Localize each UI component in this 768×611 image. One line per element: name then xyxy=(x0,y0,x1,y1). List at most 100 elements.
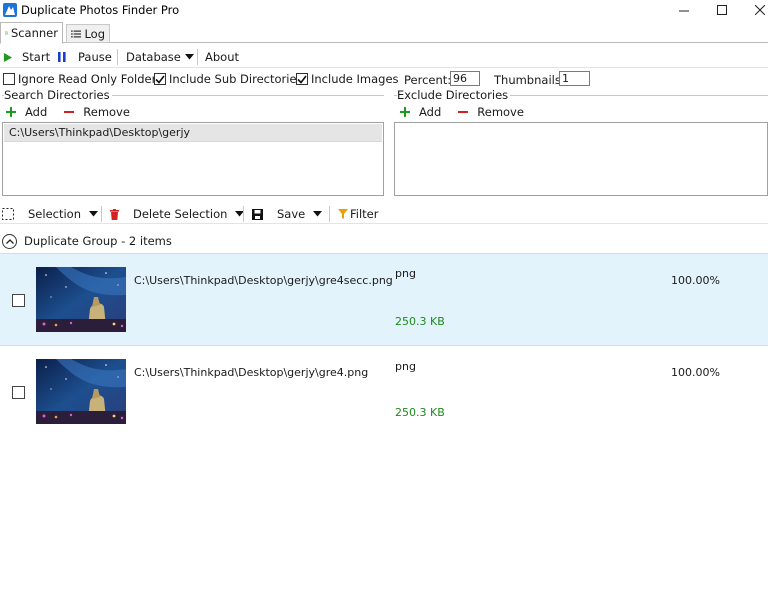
exclude-dirs-remove-button[interactable]: Remove xyxy=(458,105,524,119)
ignore-read-only-checkbox[interactable] xyxy=(3,73,15,85)
search-dirs-remove-label: Remove xyxy=(83,105,130,119)
database-dropdown[interactable]: Database xyxy=(126,49,194,65)
result-file-size: 250.3 KB xyxy=(395,406,445,419)
results-toolbar: Selection Delete Selection Save Filter xyxy=(0,203,768,224)
include-images-option[interactable]: Include Images xyxy=(296,72,399,86)
result-file-type: png xyxy=(395,360,416,373)
plus-icon xyxy=(6,107,16,117)
exclude-dirs-title: Exclude Directories xyxy=(397,88,511,102)
exclude-dirs-list[interactable] xyxy=(394,122,768,196)
result-file-path: C:\Users\Thinkpad\Desktop\gerjy\gre4.png xyxy=(134,366,369,379)
thumbnails-label: Thumbnails xyxy=(494,73,561,87)
delete-selection-label: Delete Selection xyxy=(133,207,228,221)
result-similarity: 100.00% xyxy=(671,274,720,287)
image-thumbnail xyxy=(36,359,126,424)
pause-button[interactable]: Pause xyxy=(58,49,112,65)
search-dirs-remove-button[interactable]: Remove xyxy=(64,105,130,119)
tab-scanner[interactable]: Scanner xyxy=(0,22,63,44)
toolbar-divider xyxy=(117,49,118,65)
filter-label: Filter xyxy=(350,207,379,221)
result-row-checkbox[interactable] xyxy=(12,294,25,307)
include-sub-dirs-option[interactable]: Include Sub Directories xyxy=(154,72,303,86)
search-dirs-add-label: Add xyxy=(25,105,48,119)
trash-icon xyxy=(110,208,119,220)
start-button[interactable]: Start xyxy=(4,49,50,65)
toolbar-divider xyxy=(329,206,330,222)
maximize-icon xyxy=(717,5,727,15)
exclude-dirs-actions: Add Remove xyxy=(400,103,524,121)
title-bar: Duplicate Photos Finder Pro xyxy=(0,0,768,20)
search-dirs-actions: Add Remove xyxy=(6,103,130,121)
collapse-group-button[interactable] xyxy=(2,233,17,249)
checkmark-icon xyxy=(297,75,307,84)
image-thumbnail xyxy=(36,267,126,332)
play-icon xyxy=(4,52,12,62)
minus-icon xyxy=(64,111,75,113)
save-label: Save xyxy=(277,207,306,221)
search-dirs-title: Search Directories xyxy=(4,88,112,102)
app-logo-icon xyxy=(3,3,17,17)
include-images-checkbox[interactable] xyxy=(296,73,308,85)
exclude-dirs-add-button[interactable]: Add xyxy=(400,105,441,119)
search-dirs-add-button[interactable]: Add xyxy=(6,105,47,119)
pause-label: Pause xyxy=(78,50,112,64)
list-icon xyxy=(71,30,82,37)
toolbar-divider xyxy=(197,49,198,65)
delete-selection-dropdown[interactable]: Delete Selection xyxy=(110,206,245,222)
result-file-size: 250.3 KB xyxy=(395,315,445,328)
search-dirs-list[interactable]: C:\Users\Thinkpad\Desktop\gerjy xyxy=(2,122,384,196)
result-row-checkbox[interactable] xyxy=(12,386,25,399)
result-file-type: png xyxy=(395,267,416,280)
exclude-dirs-add-label: Add xyxy=(419,105,442,119)
save-icon xyxy=(252,208,263,220)
tab-log-label: Log xyxy=(84,26,105,41)
filter-icon xyxy=(338,209,348,219)
tab-scanner-label: Scanner xyxy=(10,26,58,40)
toolbar-divider xyxy=(243,206,244,222)
result-similarity: 100.00% xyxy=(671,366,720,379)
search-dir-item[interactable]: C:\Users\Thinkpad\Desktop\gerjy xyxy=(4,124,382,142)
pause-icon xyxy=(58,52,66,62)
filter-button[interactable]: Filter xyxy=(338,206,378,222)
plus-icon xyxy=(400,107,410,117)
save-dropdown[interactable]: Save xyxy=(252,206,323,222)
ignore-read-only-label: Ignore Read Only Folders xyxy=(18,72,163,86)
duplicate-group-label: Duplicate Group - 2 items xyxy=(24,234,172,248)
close-button[interactable] xyxy=(744,0,768,20)
selection-label: Selection xyxy=(28,207,81,221)
caret-down-icon xyxy=(89,211,98,217)
selection-icon xyxy=(2,208,14,220)
percent-input[interactable]: 96 xyxy=(450,71,480,86)
scan-options: Ignore Read Only Folders Include Sub Dir… xyxy=(0,70,768,88)
selection-dropdown[interactable]: Selection xyxy=(2,206,98,222)
result-row[interactable]: C:\Users\Thinkpad\Desktop\gerjy\gre4.png… xyxy=(0,347,768,440)
scan-icon xyxy=(5,31,8,35)
caret-down-icon xyxy=(313,211,323,217)
minimize-icon xyxy=(679,10,689,12)
maximize-button[interactable] xyxy=(706,0,738,20)
minimize-button[interactable] xyxy=(668,0,700,20)
include-images-label: Include Images xyxy=(311,72,399,86)
start-label: Start xyxy=(22,50,51,64)
caret-down-icon xyxy=(184,54,194,60)
chevron-up-icon xyxy=(5,238,14,244)
percent-label: Percent: xyxy=(404,73,452,87)
about-label: About xyxy=(205,50,240,64)
tab-strip: Scanner Log xyxy=(0,22,768,44)
exclude-dirs-remove-label: Remove xyxy=(477,105,524,119)
duplicate-group-header[interactable]: Duplicate Group - 2 items xyxy=(0,230,768,252)
checkmark-icon xyxy=(155,75,165,84)
close-icon xyxy=(755,5,765,15)
tab-log[interactable]: Log xyxy=(66,24,110,43)
ignore-read-only-option[interactable]: Ignore Read Only Folders xyxy=(3,72,162,86)
main-toolbar: Start Pause Database About xyxy=(0,46,768,68)
result-row[interactable]: C:\Users\Thinkpad\Desktop\gerjy\gre4secc… xyxy=(0,253,768,346)
include-sub-dirs-label: Include Sub Directories xyxy=(169,72,303,86)
minus-icon xyxy=(458,111,469,113)
toolbar-divider xyxy=(101,206,102,222)
result-file-path: C:\Users\Thinkpad\Desktop\gerjy\gre4secc… xyxy=(134,274,393,287)
window-title: Duplicate Photos Finder Pro xyxy=(21,3,180,17)
include-sub-dirs-checkbox[interactable] xyxy=(154,73,166,85)
about-button[interactable]: About xyxy=(205,49,239,65)
thumbnails-input[interactable]: 1 xyxy=(559,71,590,86)
